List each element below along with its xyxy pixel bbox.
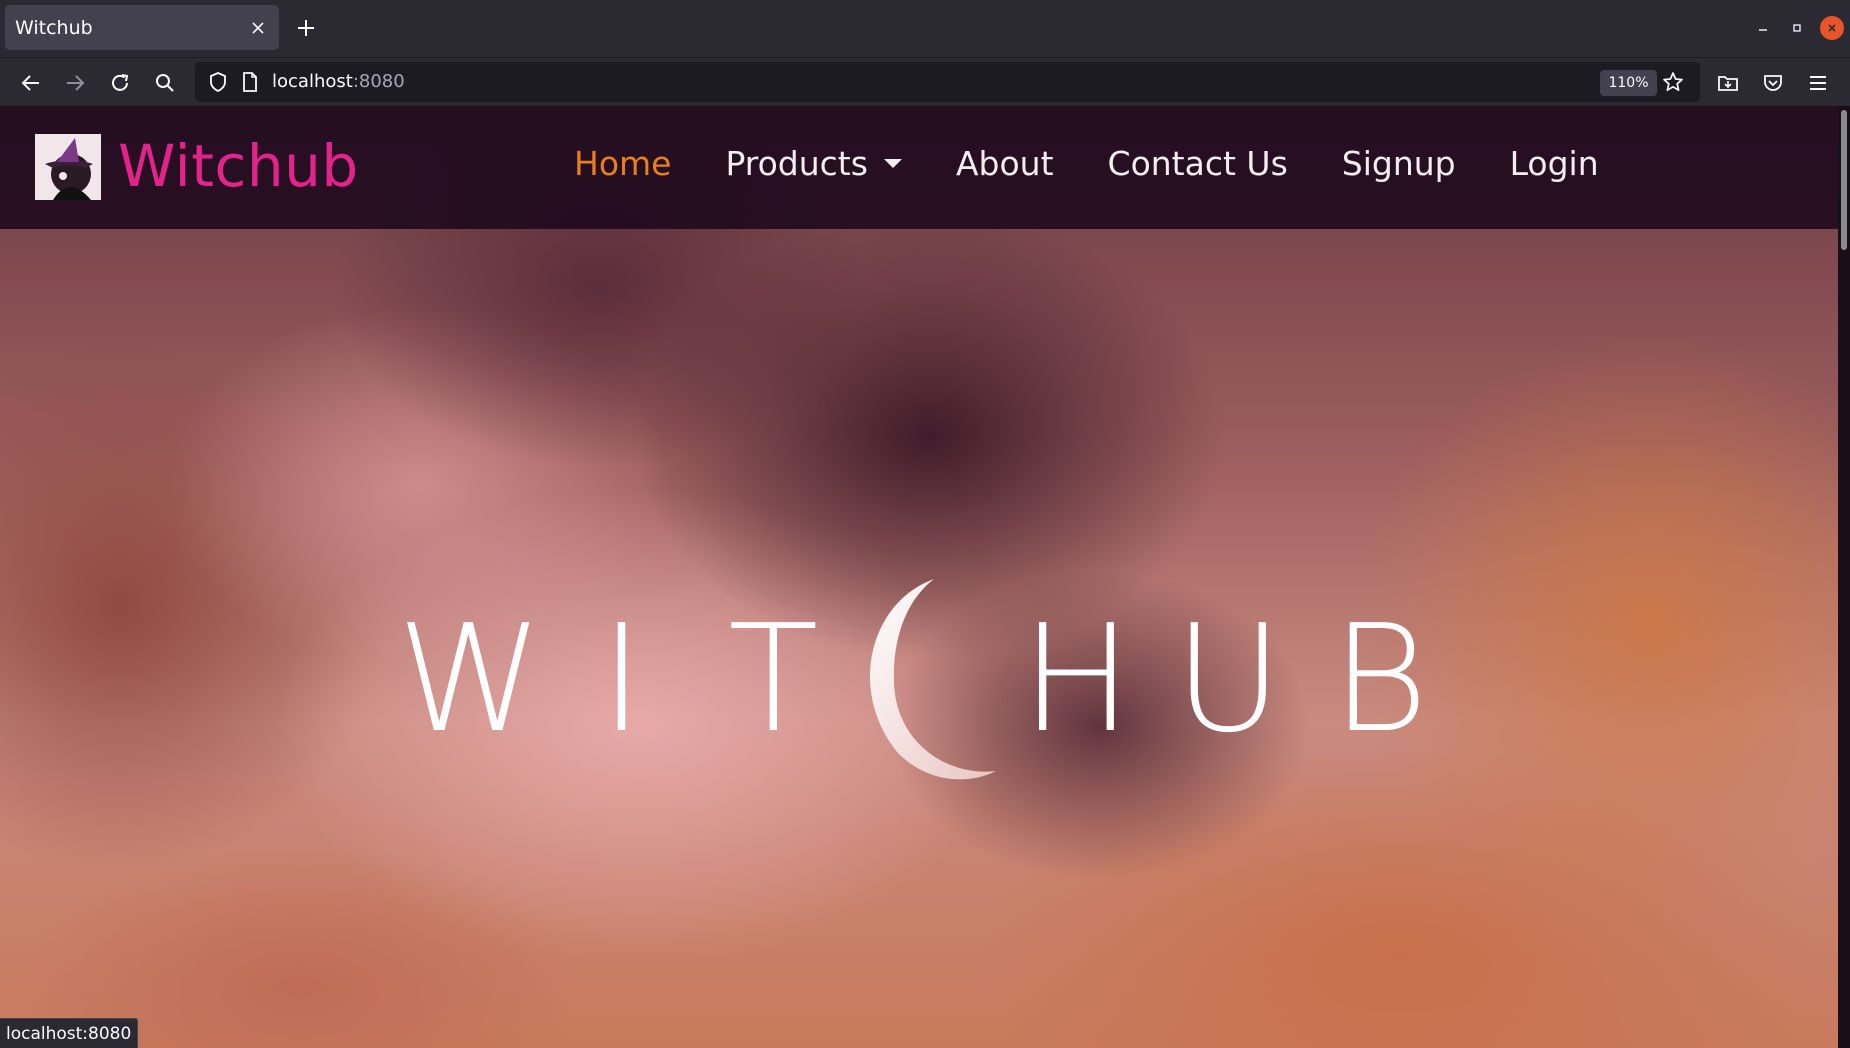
reload-icon[interactable] (102, 65, 138, 101)
nav-links: Home Products About Contact Us Signup Lo… (574, 144, 1653, 184)
browser-toolbar: localhost:8080 110% (0, 57, 1850, 106)
nav-about[interactable]: About (956, 144, 1054, 184)
close-icon[interactable] (243, 13, 273, 43)
url-text: localhost:8080 (272, 71, 405, 92)
site-navbar: Witchub Home Products About Contact Us S… (0, 106, 1838, 229)
hero-letter: I (599, 593, 644, 765)
url-port: :8080 (352, 71, 405, 92)
nav-home[interactable]: Home (574, 144, 671, 184)
chevron-down-icon (883, 159, 902, 169)
hero-section: W I T H U B (0, 229, 1838, 1048)
back-arrow-icon[interactable] (13, 65, 49, 101)
scroll-thumb[interactable] (1841, 110, 1847, 250)
star-icon[interactable] (1661, 70, 1685, 94)
plus-icon[interactable] (290, 12, 322, 44)
hero-letter: T (728, 593, 819, 765)
hero-letter: H (1020, 593, 1133, 765)
hamburger-menu-icon[interactable] (1800, 65, 1836, 101)
hero-letter: U (1174, 593, 1283, 765)
crescent-moon-icon (870, 579, 996, 780)
close-window-icon[interactable] (1820, 16, 1844, 40)
zoom-level-badge[interactable]: 110% (1600, 70, 1657, 96)
search-icon[interactable] (147, 65, 183, 101)
brand-name[interactable]: Witchub (118, 136, 359, 197)
tab-title: Witchub (15, 16, 93, 39)
hero-letter: W (396, 593, 544, 765)
forward-arrow-icon[interactable] (57, 65, 93, 101)
page-scrollbar[interactable] (1838, 106, 1850, 1048)
nav-login[interactable]: Login (1510, 144, 1599, 184)
nav-products[interactable]: Products (725, 144, 902, 184)
url-bar[interactable]: localhost:8080 110% (195, 62, 1700, 102)
pocket-icon[interactable] (1755, 65, 1791, 101)
status-bar: localhost:8080 (0, 1018, 139, 1048)
witch-logo-image[interactable] (35, 134, 101, 200)
minimize-icon[interactable] (1751, 16, 1775, 40)
browser-tab[interactable]: Witchub (5, 5, 279, 50)
folder-download-icon[interactable] (1710, 65, 1746, 101)
page-viewport: Witchub Home Products About Contact Us S… (0, 106, 1838, 1048)
maximize-icon[interactable] (1785, 16, 1809, 40)
nav-signup[interactable]: Signup (1342, 144, 1456, 184)
page-icon (238, 70, 262, 94)
url-host: localhost (272, 71, 353, 92)
nav-products-label: Products (725, 144, 868, 183)
shield-icon[interactable] (206, 70, 230, 94)
hero-letter: B (1331, 593, 1429, 765)
tab-bar: Witchub (0, 0, 1850, 57)
nav-contact-us[interactable]: Contact Us (1108, 144, 1288, 184)
